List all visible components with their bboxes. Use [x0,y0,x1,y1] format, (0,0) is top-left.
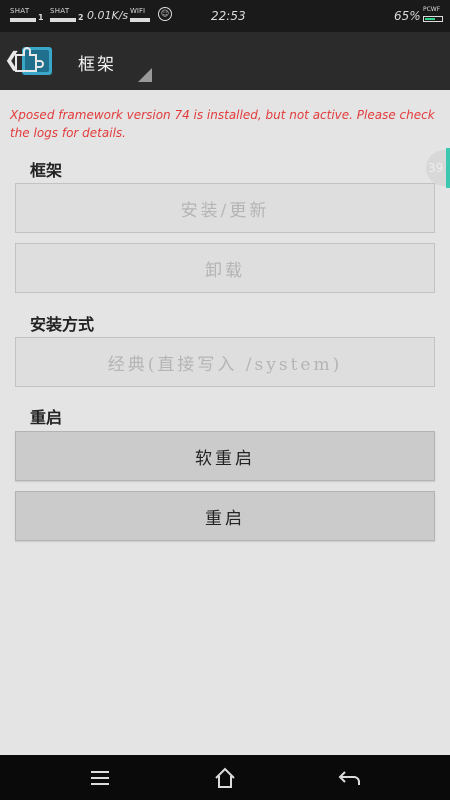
back-arrow-icon[interactable] [330,763,370,793]
wifi-status: WIFI [130,7,156,25]
battery-fill [425,18,435,20]
spinner-dropdown-icon[interactable] [138,68,152,82]
sim1-signal: SHAT 1 [10,7,44,25]
battery-status: PCWF [423,6,445,24]
uninstall-button[interactable]: 卸载 [15,243,435,293]
install-update-button[interactable]: 安装/更新 [15,183,435,233]
sim1-number: 1 [38,13,44,22]
action-bar: ❮ 框架 [0,32,450,90]
home-icon[interactable] [205,763,245,793]
battery-icon [423,16,443,22]
soft-reboot-button[interactable]: 软重启 [15,431,435,481]
framework-warning: Xposed framework version 74 is installed… [10,108,435,140]
reboot-button[interactable]: 重启 [15,491,435,541]
section-title-reboot: 重启 [30,408,63,427]
navigation-bar [0,755,450,800]
sim1-label: SHAT [10,7,30,15]
menu-icon[interactable] [80,763,120,793]
smile-icon: ☺ [158,7,172,21]
wifi-label: WIFI [130,7,146,15]
scroll-edge-indicator [446,148,450,188]
status-bar: SHAT 1 SHAT 2 0.01K/s WIFI ☺ 22:53 65% P… [0,0,450,32]
section-title-install-method: 安装方式 [30,315,95,334]
sim2-number: 2 [78,13,84,22]
page-title: 框架 [78,55,116,75]
sim2-signal: SHAT 2 [50,7,84,25]
install-method-selector[interactable]: 经典(直接写入 /system) [15,337,435,387]
battery-label: PCWF [423,6,441,13]
sim1-signal-icon [10,18,36,22]
sim2-signal-icon [50,18,76,22]
xposed-puzzle-icon[interactable] [14,41,56,81]
wifi-icon [130,18,150,22]
section-title-framework: 框架 [30,161,63,180]
sim2-label: SHAT [50,7,70,15]
